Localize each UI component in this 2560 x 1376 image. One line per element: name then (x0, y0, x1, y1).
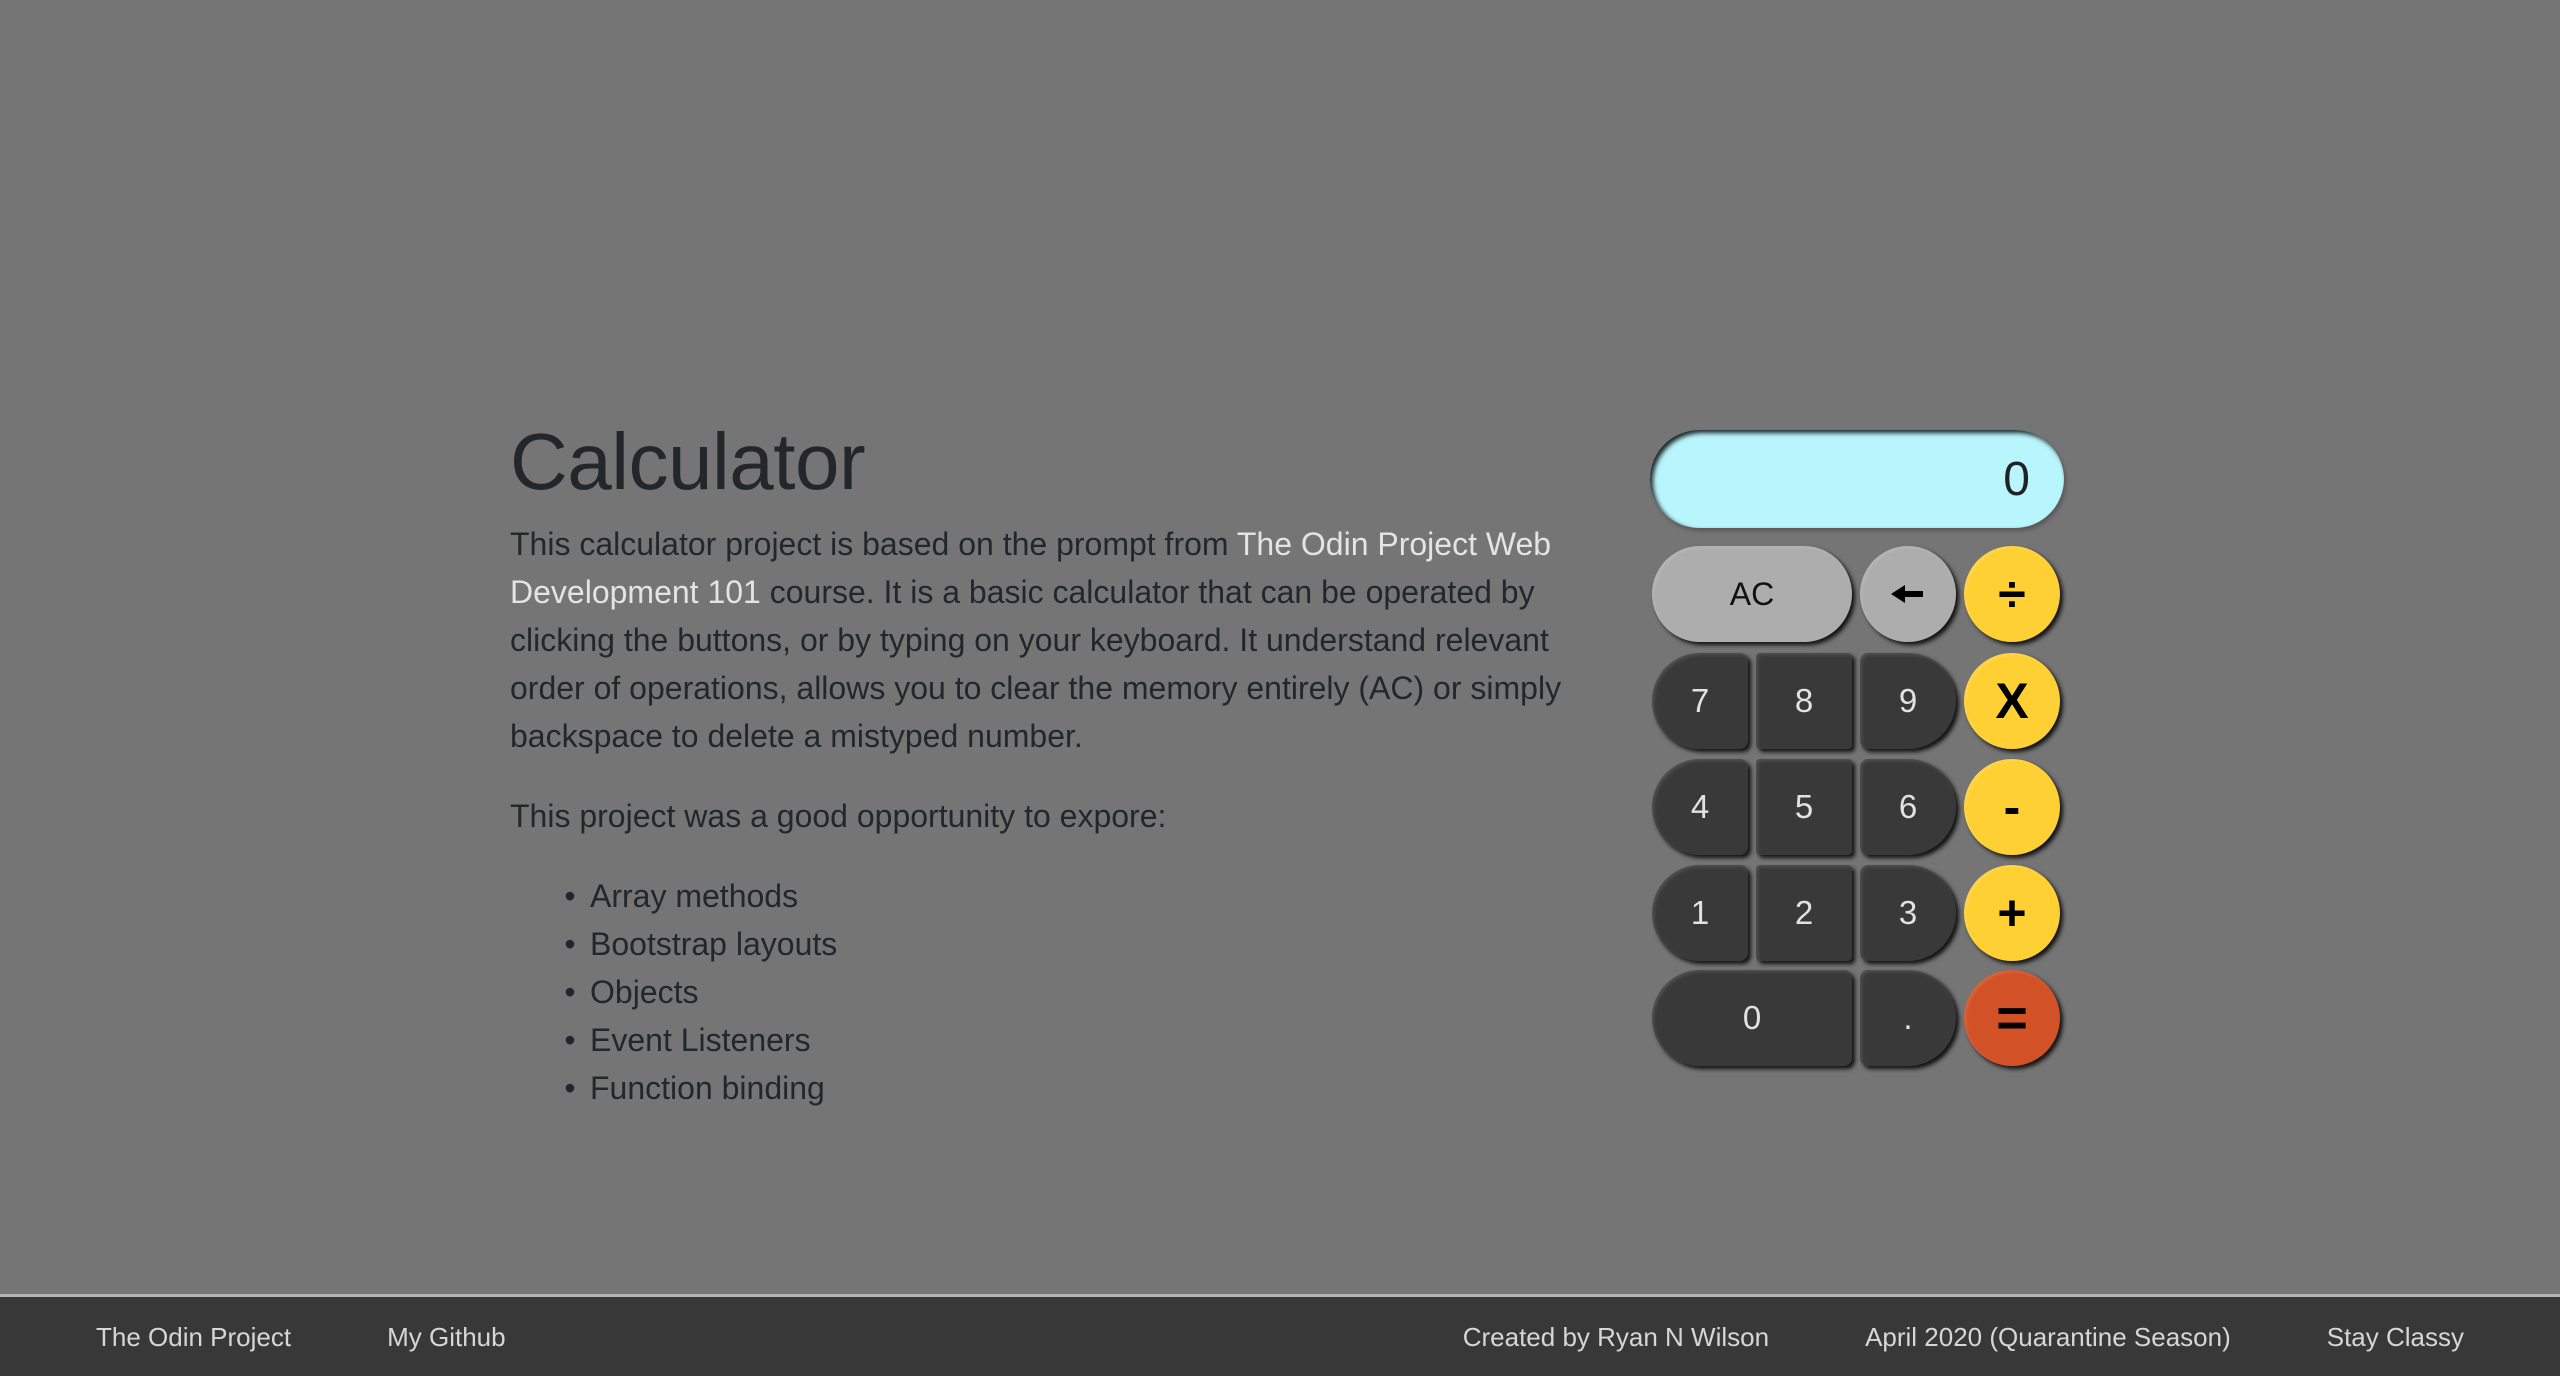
bullet-icon: • (564, 878, 576, 914)
list-item: • Bootstrap layouts (560, 920, 1600, 968)
list-item: • Function binding (560, 1064, 1600, 1112)
footer-link-github[interactable]: My Github (339, 1317, 554, 1357)
page-title: Calculator (510, 417, 866, 506)
subtract-button[interactable]: - (1964, 759, 2060, 855)
topics-list: • Array methods • Bootstrap layouts • Objec… (560, 872, 1600, 1112)
bullet-icon: • (564, 1022, 576, 1058)
page: Calculator This calculator project is ba… (0, 0, 2560, 1376)
footer-tagline: Stay Classy (2326, 1321, 2464, 1352)
digit-3-button[interactable]: 3 (1860, 865, 1956, 961)
backspace-button[interactable] (1860, 546, 1956, 642)
bullet-icon: • (564, 1070, 576, 1106)
footer-link-odin-project[interactable]: The Odin Project (48, 1317, 339, 1357)
arrow-left-icon (1891, 585, 1923, 603)
topic-label: Bootstrap layouts (590, 926, 838, 962)
digit-4-button[interactable]: 4 (1652, 759, 1748, 855)
topic-label: Objects (590, 974, 699, 1010)
digit-9-button[interactable]: 9 (1860, 653, 1956, 749)
digit-2-button[interactable]: 2 (1756, 865, 1852, 961)
footer: The Odin Project My Github Created by Ry… (0, 1294, 2560, 1376)
list-item: • Array methods (560, 872, 1600, 920)
bullet-icon: • (564, 974, 576, 1010)
bullet-icon: • (564, 926, 576, 962)
digit-0-button[interactable]: 0 (1652, 970, 1852, 1066)
digit-6-button[interactable]: 6 (1860, 759, 1956, 855)
add-button[interactable]: + (1964, 865, 2060, 961)
digit-1-button[interactable]: 1 (1652, 865, 1748, 961)
topic-label: Array methods (590, 878, 799, 914)
divide-button[interactable]: ÷ (1964, 546, 2060, 642)
intro-paragraph: This calculator project is based on the … (510, 520, 1600, 760)
topics-intro: This project was a good opportunity to e… (510, 798, 1167, 834)
calculator-display: 0 (1650, 430, 2064, 528)
digit-5-button[interactable]: 5 (1756, 759, 1852, 855)
footer-links: The Odin Project My Github (48, 1317, 554, 1357)
list-item: • Event Listeners (560, 1016, 1600, 1064)
intro-section: Calculator This calculator project is ba… (510, 414, 1600, 1112)
digit-8-button[interactable]: 8 (1756, 653, 1852, 749)
topic-label: Function binding (590, 1070, 825, 1106)
list-item: • Objects (560, 968, 1600, 1016)
decimal-button[interactable]: . (1860, 970, 1956, 1066)
multiply-button[interactable]: X (1964, 653, 2060, 749)
footer-info: Created by Ryan N Wilson April 2020 (Qua… (1415, 1317, 2512, 1357)
equals-button[interactable]: = (1964, 970, 2060, 1066)
footer-author: Created by Ryan N Wilson (1462, 1321, 1770, 1352)
intro-text-before-link: This calculator project is based on the … (510, 526, 1237, 562)
clear-button[interactable]: AC (1652, 546, 1852, 642)
topic-label: Event Listeners (590, 1022, 811, 1058)
footer-date: April 2020 (Quarantine Season) (1865, 1321, 2231, 1352)
digit-7-button[interactable]: 7 (1652, 653, 1748, 749)
